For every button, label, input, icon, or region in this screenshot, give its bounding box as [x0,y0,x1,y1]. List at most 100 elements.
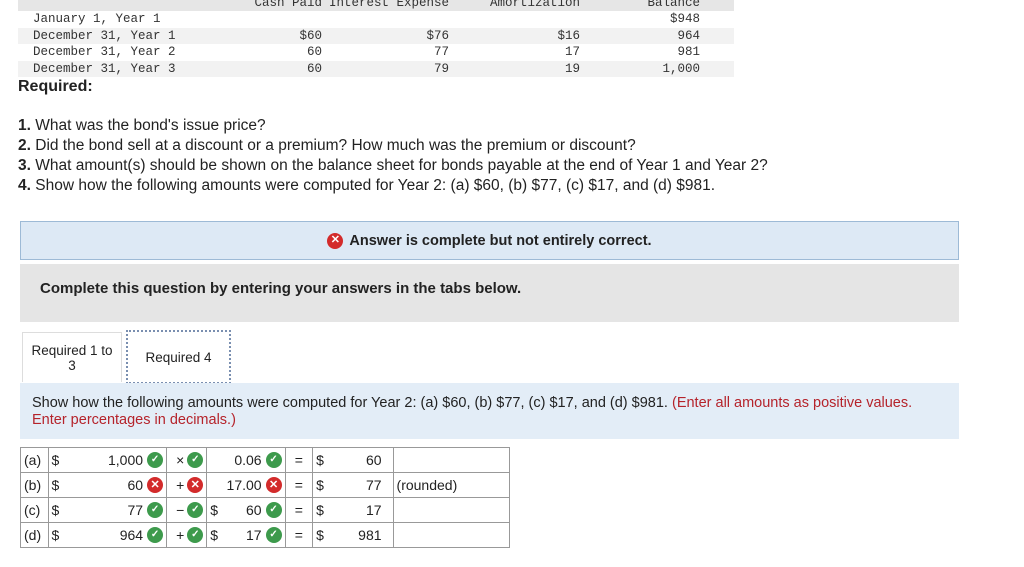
amount-value[interactable]: 17.00 [227,477,262,493]
amount-value[interactable]: 60 [246,502,262,518]
question-item: 2. Did the bond sell at a discount or a … [18,136,768,156]
result-cell: $60 [312,447,394,473]
operator-value: − [176,502,185,518]
amount-group: 1,000 ✓ [108,452,164,468]
result-cell: $17 [312,497,394,523]
header-interest-expense: Interest Expense [328,0,449,10]
check-circle-icon: ✓ [187,502,204,518]
operator-select[interactable]: + ✕ [166,472,208,498]
operator-select[interactable]: − ✓ [166,497,208,523]
amount-input-1[interactable]: $1,000 ✓ [47,447,168,473]
amount-value[interactable]: 77 [127,502,143,518]
amount-value[interactable]: 0.06 [234,452,261,468]
currency-sign: $ [316,502,324,518]
equals-cell: = [284,472,314,498]
x-circle-icon: ✕ [327,232,344,249]
amount-wrap: 0.06 ✓ [210,452,282,468]
equals-sign: = [294,502,303,518]
question-text: Show how the following amounts were comp… [30,177,716,194]
equals-sign: = [294,452,303,468]
amount-value[interactable]: 1,000 [108,452,143,468]
row-balance: $948 [669,12,700,26]
row-label: (c) [24,502,41,518]
check-circle-icon: ✓ [187,527,204,543]
prompt-text: Show how the following amounts were comp… [32,395,672,411]
question-text: What amount(s) should be shown on the ba… [30,157,768,174]
tab-label: Required 4 [145,349,212,365]
question-number: 4. [18,177,31,194]
feedback-banner: ✕ Answer is complete but not entirely co… [20,221,959,260]
amount-input-2[interactable]: 0.06 ✓ [206,447,286,473]
row-label-cell: (d) [20,522,49,548]
x-circle-icon: ✕ [147,477,164,493]
note-cell [392,447,511,473]
operator-select[interactable]: + ✓ [166,522,208,548]
amount-wrap: $60 ✕ [52,477,164,493]
amount-input-1[interactable]: $60 ✕ [47,472,168,498]
row-amortization: $16 [557,28,580,43]
question-number: 3. [18,157,31,174]
amount-input-1[interactable]: $964 ✓ [47,522,168,548]
note-cell [392,497,511,523]
amount-group: 60 ✕ [127,477,164,493]
equals-sign: = [294,527,303,543]
row-label-cell: (c) [20,497,49,523]
equals-sign: = [294,477,303,493]
operator-group: + ✓ [176,527,204,543]
row-amortization: 17 [564,45,580,59]
amount-value[interactable]: 964 [120,527,143,543]
check-circle-icon: ✓ [265,527,282,543]
tab-required-1-to-3[interactable]: Required 1 to 3 [22,332,122,382]
question-text: What was the bond's issue price? [30,117,266,134]
amount-group: 77 ✓ [127,502,164,518]
amount-input-2[interactable]: $17 ✓ [206,522,286,548]
amount-input-2[interactable]: 17.00 ✕ [206,472,286,498]
amount-input-2[interactable]: $60 ✓ [206,497,286,523]
feedback-text: Answer is complete but not entirely corr… [349,232,652,249]
amount-wrap: $1,000 ✓ [52,452,164,468]
table-row: (c) $77 ✓ − ✓ $60 ✓ = $17 [20,497,511,523]
note-cell [392,522,511,548]
operator-select[interactable]: × ✓ [166,447,208,473]
row-date: January 1, Year 1 [33,12,161,26]
currency-sign: $ [51,477,60,493]
amount-input-1[interactable]: $77 ✓ [47,497,168,523]
check-circle-icon: ✓ [147,527,164,543]
row-cash: $60 [299,28,322,43]
amount-group: 60 ✓ [246,502,282,518]
check-circle-icon: ✓ [265,502,282,518]
check-circle-icon: ✓ [147,502,164,518]
row-label-cell: (a) [20,447,49,473]
result-value: 981 [358,527,382,543]
amount-group: 964 ✓ [120,527,164,543]
note-cell: (rounded) [392,472,511,498]
row-date: December 31, Year 3 [33,61,176,76]
row-balance: 981 [677,45,700,59]
amount-wrap: 17.00 ✕ [210,477,282,493]
result-value: 77 [365,477,382,493]
question-list: 1. What was the bond's issue price? 2. D… [18,116,768,196]
check-circle-icon: ✓ [147,452,164,468]
result-wrap: $77 [316,477,389,493]
row-interest: 77 [433,45,449,59]
table-row: (b) $60 ✕ + ✕ 17.00 ✕ = $77 (rounded) [20,472,511,498]
amount-wrap: $77 ✓ [52,502,164,518]
result-wrap: $60 [316,452,389,468]
equals-cell: = [284,447,314,473]
operator-value: + [176,527,185,543]
amount-group: 0.06 ✓ [234,452,282,468]
operator-group: + ✕ [176,477,204,493]
tab-required-4[interactable]: Required 4 [126,330,231,384]
row-label-cell: (b) [20,472,49,498]
amount-value[interactable]: 60 [127,477,143,493]
table-row: January 1, Year 1 $948 [18,11,734,28]
amount-group: 17 ✓ [246,527,282,543]
result-cell: $77 [312,472,394,498]
currency-sign: $ [316,527,324,543]
amount-value[interactable]: 17 [246,527,262,543]
note-text: (rounded) [396,477,458,493]
currency-sign: $ [210,502,219,518]
header-cash-paid: Cash Paid [254,0,322,10]
operator-group: − ✓ [176,502,204,518]
check-circle-icon: ✓ [265,452,282,468]
